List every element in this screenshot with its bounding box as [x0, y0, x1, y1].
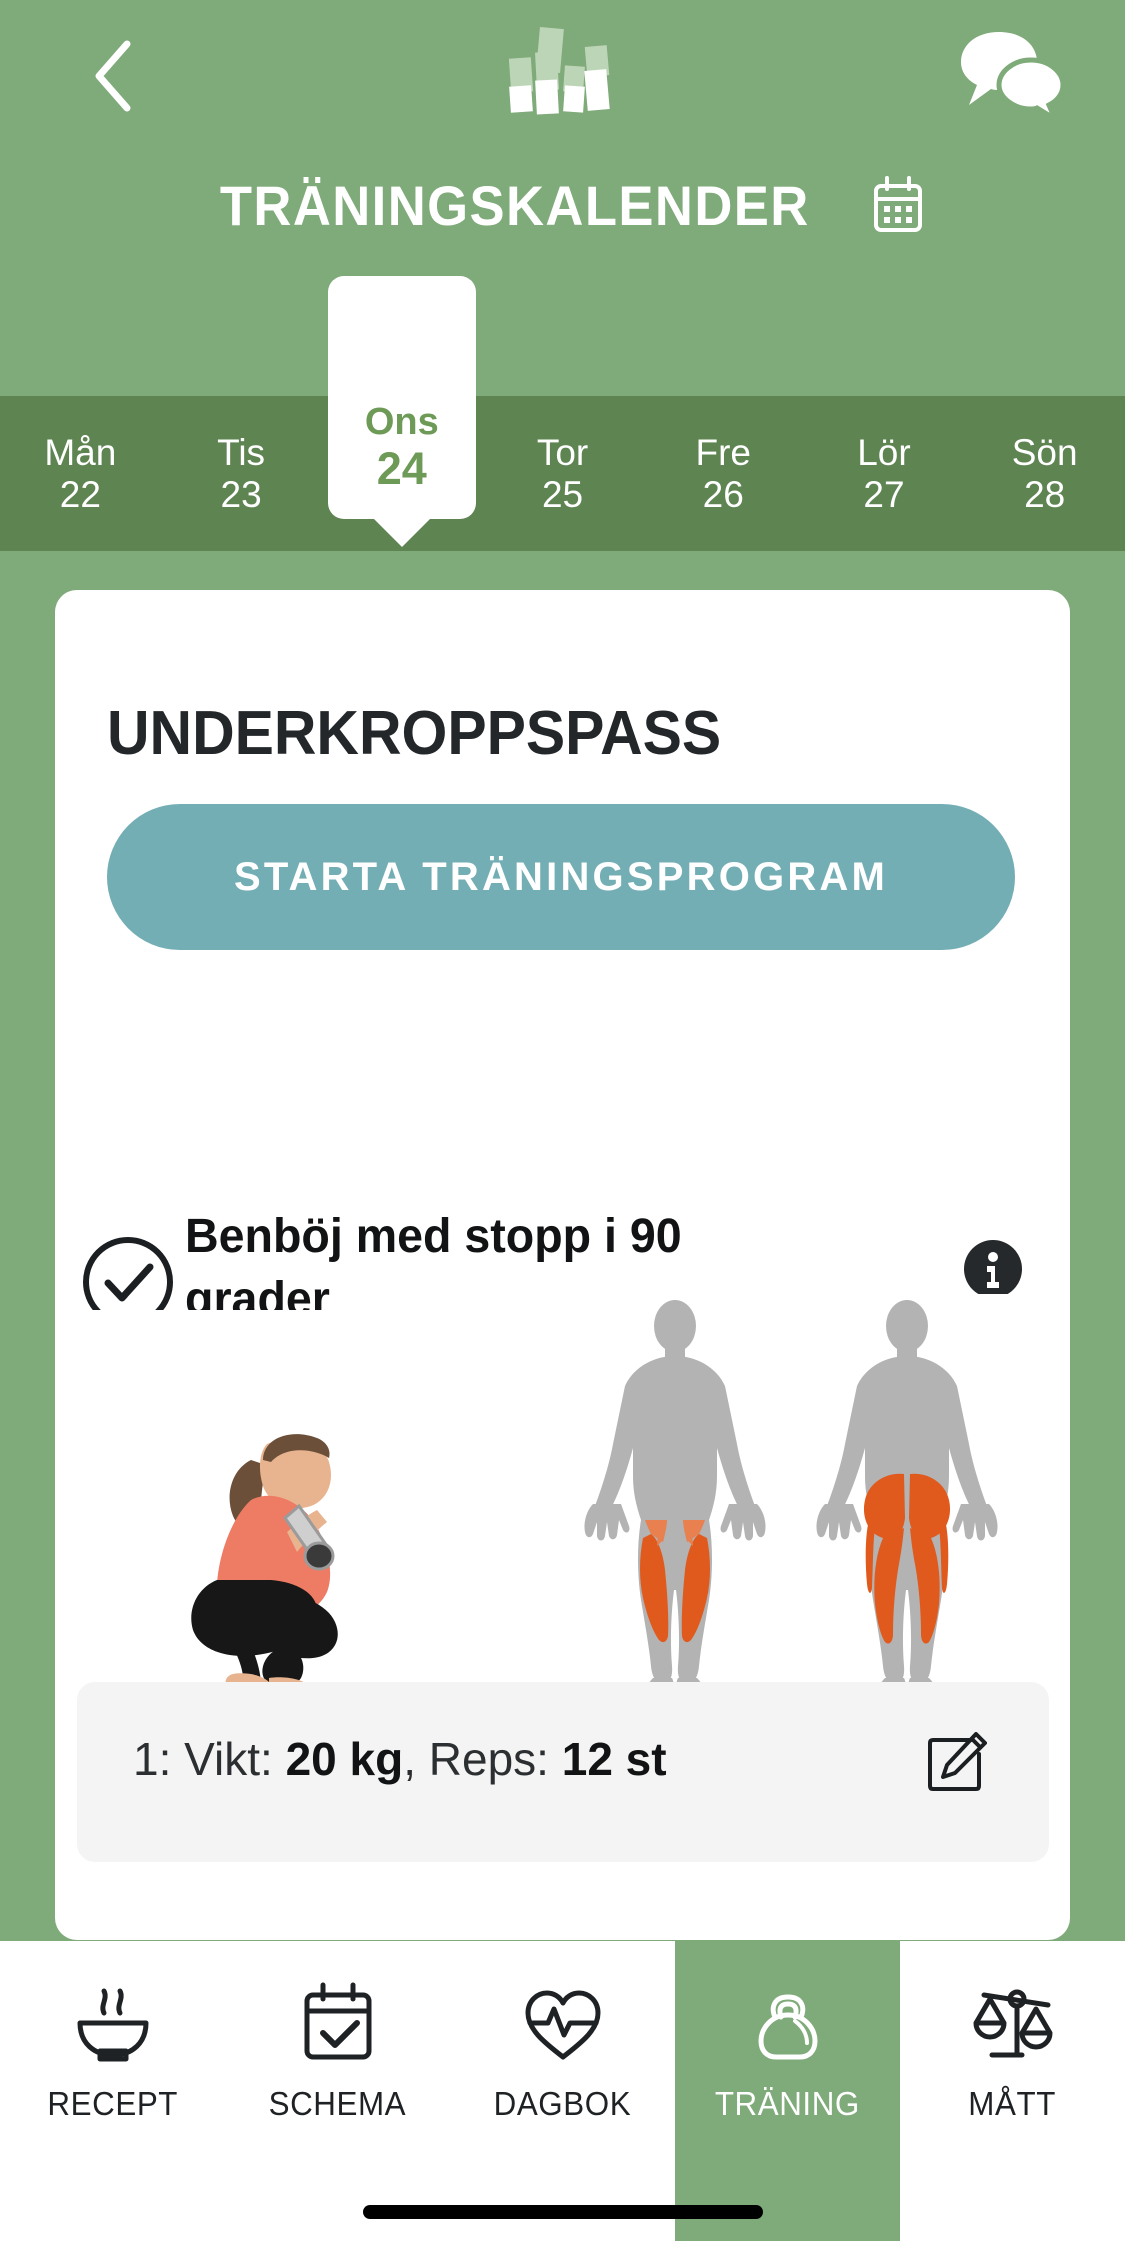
selected-day-pointer [373, 519, 430, 547]
bar-chart-logo-icon [508, 27, 610, 115]
brand-logo [508, 20, 618, 116]
day-number: 24 [376, 442, 427, 494]
set-row[interactable]: 1: Vikt: 20 kg, Reps: 12 st [77, 1682, 1049, 1862]
kettlebell-icon [758, 1994, 817, 2060]
day-number: 22 [59, 473, 101, 515]
start-training-program-button[interactable]: STARTA TRÄNINGSPROGRAM [107, 804, 1015, 950]
day-number: 27 [863, 473, 905, 515]
edit-pencil-icon[interactable] [925, 1732, 987, 1794]
workout-card: UNDERKROPPSPASS STARTA TRÄNINGSPROGRAM B… [55, 590, 1070, 1940]
day-tab-fre[interactable]: Fre 26 [643, 396, 804, 551]
exercise-media [55, 1294, 1070, 1694]
nav-label: SCHEMA [268, 2085, 407, 2122]
day-tab-son[interactable]: Sön 28 [964, 396, 1125, 551]
day-name: Mån [44, 432, 117, 474]
muscle-diagram-front-and-back [575, 1294, 1015, 1694]
day-tab-tis[interactable]: Tis 23 [161, 396, 322, 551]
nav-item-schema[interactable]: SCHEMA [225, 1941, 450, 2241]
page-title: TRÄNINGSKALENDER [219, 173, 810, 237]
muscle-anatomy-diagram [575, 1294, 1015, 1694]
reps-value: 12 st [561, 1733, 667, 1785]
day-name: Tor [536, 432, 589, 474]
app-header: TRÄNINGSKALENDER [0, 0, 1125, 396]
info-circle-icon[interactable] [964, 1240, 1022, 1298]
header-top-bar [0, 0, 1125, 135]
heart-pulse-icon [525, 1990, 600, 2060]
back-button[interactable] [72, 36, 152, 116]
weight-label: Vikt: [184, 1733, 273, 1785]
day-tab-lor[interactable]: Lör 27 [804, 396, 965, 551]
calendar-check-icon [304, 1982, 371, 2060]
day-tab-tor[interactable]: Tor 25 [482, 396, 643, 551]
calendar-icon[interactable] [872, 176, 924, 234]
day-name: Sön [1011, 432, 1078, 474]
nav-item-dagbok[interactable]: DAGBOK [450, 1941, 675, 2241]
set-separator: , [403, 1733, 416, 1785]
chevron-left-icon [95, 40, 131, 112]
set-index: 1: [133, 1733, 172, 1785]
chat-button[interactable] [957, 26, 1067, 126]
weight-value: 20 kg [285, 1733, 404, 1785]
bottom-navigation: RECEPT SCHEMA DAGBOK TRÄNING MÅTT [0, 1941, 1125, 2241]
exercise-photo [55, 1310, 575, 1690]
day-name: Ons [364, 401, 439, 444]
day-number: 26 [702, 473, 744, 515]
day-name: Tis [217, 432, 266, 474]
day-number: 28 [1024, 473, 1066, 515]
set-details-text: 1: Vikt: 20 kg, Reps: 12 st [133, 1732, 667, 1786]
nav-item-traning[interactable]: TRÄNING [675, 1941, 900, 2241]
woman-squat-illustration [55, 1310, 575, 1690]
chat-bubbles-icon [961, 32, 1066, 126]
nav-item-matt[interactable]: MÅTT [900, 1941, 1125, 2241]
day-tab-man[interactable]: Mån 22 [0, 396, 161, 551]
nav-label: RECEPT [47, 2085, 178, 2122]
day-name: Lör [857, 432, 911, 474]
home-indicator [362, 2205, 763, 2219]
page-title-row: TRÄNINGSKALENDER [0, 160, 1125, 250]
day-number: 23 [220, 473, 262, 515]
nav-label: TRÄNING [714, 2085, 861, 2122]
balance-scale-icon [973, 1989, 1052, 2058]
day-selector-strip: Mån 22 Tis 23 Ons 24 Tor 25 Fre 26 Lör 2… [0, 276, 1125, 551]
nav-label: DAGBOK [493, 2085, 632, 2122]
workout-title: UNDERKROPPSPASS [107, 699, 722, 768]
nav-label: MÅTT [968, 2085, 1057, 2122]
day-name: Fre [695, 432, 751, 474]
day-tab-ons-selected[interactable]: Ons 24 [321, 276, 482, 551]
day-number: 25 [541, 473, 584, 515]
nav-item-recept[interactable]: RECEPT [0, 1941, 225, 2241]
bowl-steam-icon [77, 1988, 148, 2062]
app-root: TRÄNINGSKALENDER Mån 22 Tis 23 Ons 24 To… [0, 0, 1125, 2241]
reps-label: Reps: [428, 1733, 549, 1785]
